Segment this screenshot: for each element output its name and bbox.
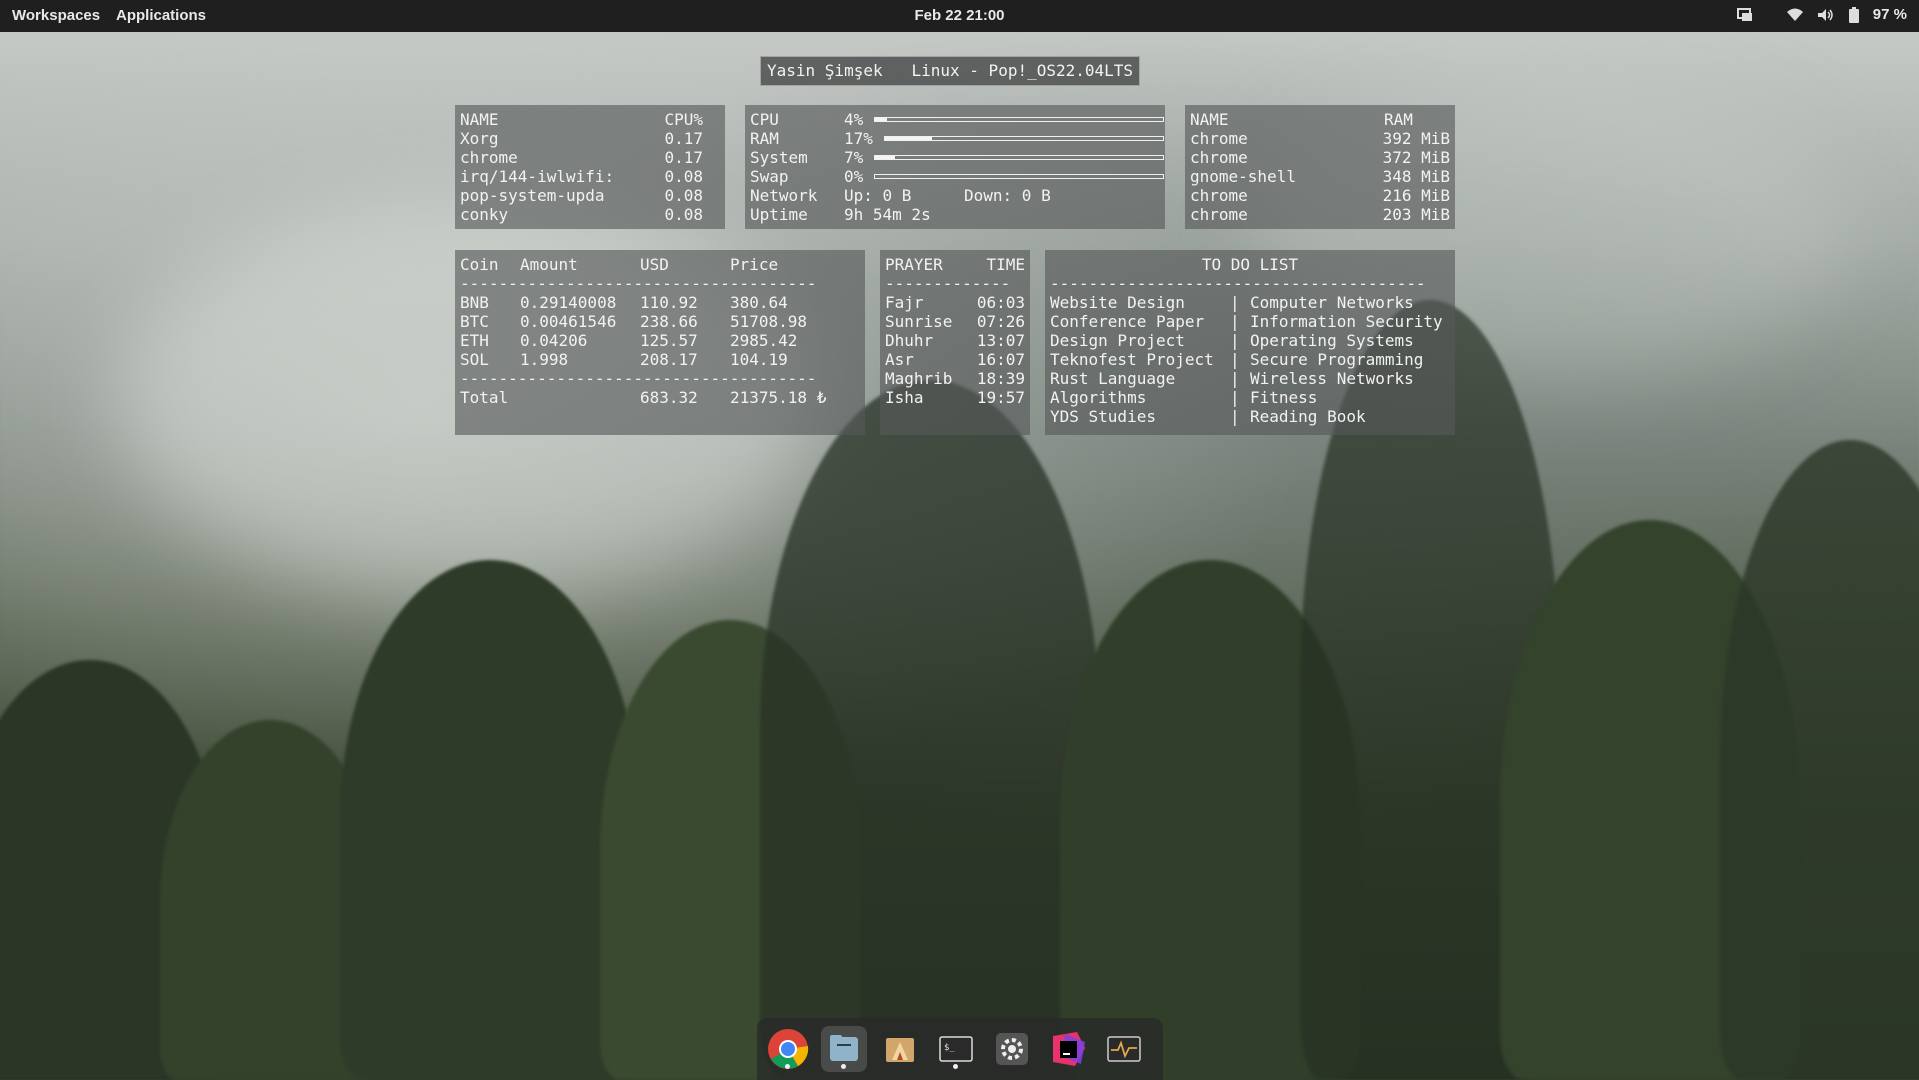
jetbrains-icon[interactable] (1045, 1026, 1091, 1072)
table-row: chrome 216 MiB (1190, 186, 1450, 205)
clock[interactable]: Feb 22 21:00 (0, 7, 1919, 24)
divider: --------------------------------------- (1050, 274, 1426, 293)
table-row: ETH 0.04206 125.57 2985.42 (460, 331, 798, 350)
prayer-panel: PRAYER TIME ------------- Fajr 06:03 Sunri… (880, 250, 1030, 435)
table-row: Asr 16:07 (885, 350, 1025, 369)
chrome-icon[interactable] (765, 1026, 811, 1072)
table-row: Fajr 06:03 (885, 293, 1025, 312)
table-row: chrome 0.17 (460, 148, 703, 167)
table-row: Maghrib 18:39 (885, 369, 1025, 388)
battery-icon[interactable] (1848, 6, 1859, 23)
system-panel: CPU 4% RAM 17% System 7% Swap 0% Network Up: … (745, 105, 1165, 229)
system-row: System 7% (750, 148, 1164, 167)
divider: ------------------------------------- (460, 274, 817, 293)
screen-share-icon[interactable] (1736, 7, 1753, 22)
volume-icon[interactable] (1817, 8, 1835, 22)
list-item: Website Design | Computer Networks (1050, 293, 1414, 312)
divider: ------------- (885, 274, 1011, 293)
table-header: Coin Amount USD Price (460, 255, 779, 274)
table-row: Sunrise 07:26 (885, 312, 1025, 331)
system-monitor-icon[interactable] (1101, 1026, 1147, 1072)
top-bar: Workspaces Applications Feb 22 21:00 97 … (0, 0, 1919, 32)
wifi-icon[interactable] (1786, 8, 1803, 22)
system-bar (874, 155, 1164, 160)
cpu-row: CPU 4% (750, 110, 1164, 129)
list-item: Design Project | Operating Systems (1050, 331, 1414, 350)
uptime-row: Uptime 9h 54m 2s (750, 205, 931, 224)
table-row: chrome 372 MiB (1190, 148, 1450, 167)
table-row: BNB 0.29140008 110.92 380.64 (460, 293, 788, 312)
svg-text:$_: $_ (944, 1043, 955, 1053)
cpu-process-panel: NAME CPU% Xorg 0.17 chrome 0.17 irq/144-iwl… (455, 105, 725, 229)
swap-bar (874, 174, 1164, 179)
table-row: chrome 392 MiB (1190, 129, 1450, 148)
todo-panel: TO DO LIST -----------------------------… (1045, 250, 1455, 435)
table-row: Dhuhr 13:07 (885, 331, 1025, 350)
table-row: pop-system-upda 0.08 (460, 186, 703, 205)
conky-header: Yasin Şimşek Linux - Pop!_OS22.04LTS (760, 56, 1141, 86)
settings-icon[interactable] (989, 1026, 1035, 1072)
table-row: Xorg 0.17 (460, 129, 703, 148)
list-item: Conference Paper | Information Security (1050, 312, 1443, 331)
table-row: SOL 1.998 208.17 104.19 (460, 350, 788, 369)
ram-row: RAM 17% (750, 129, 1164, 148)
network-row: Network Up: 0 B Down: 0 B (750, 186, 1051, 205)
list-item: Teknofest Project | Secure Programming (1050, 350, 1424, 369)
table-row: Isha 19:57 (885, 388, 1025, 407)
table-header: NAME CPU% (460, 110, 703, 129)
cpu-bar (874, 117, 1164, 122)
todo-title: TO DO LIST (1201, 255, 1299, 274)
table-row: gnome-shell 348 MiB (1190, 167, 1450, 186)
table-row: conky 0.08 (460, 205, 703, 224)
divider: ------------------------------------- (460, 369, 817, 388)
battery-percent: 97 % (1872, 6, 1907, 23)
dock: $_ (757, 1018, 1163, 1080)
table-header: PRAYER TIME (885, 255, 1025, 274)
list-item: Algorithms | Fitness (1050, 388, 1318, 407)
list-item: Rust Language | Wireless Networks (1050, 369, 1414, 388)
swap-row: Swap 0% (750, 167, 1164, 186)
table-row: irq/144-iwlwifi: 0.08 (460, 167, 703, 186)
table-row: chrome 203 MiB (1190, 205, 1450, 224)
table-row: BTC 0.00461546 238.66 51708.98 (460, 312, 808, 331)
ram-process-panel: NAME RAM chrome 392 MiB chrome 372 MiB gnom… (1185, 105, 1455, 229)
crypto-panel: Coin Amount USD Price ---------------------… (455, 250, 865, 435)
ram-bar (884, 136, 1164, 141)
terminal-icon[interactable]: $_ (933, 1026, 979, 1072)
files-icon[interactable] (821, 1026, 867, 1072)
installer-icon[interactable] (877, 1026, 923, 1072)
list-item: YDS Studies | Reading Book (1050, 407, 1366, 426)
table-header: NAME RAM (1190, 110, 1413, 129)
total-row: Total 683.32 21375.18 ₺ (460, 388, 827, 407)
